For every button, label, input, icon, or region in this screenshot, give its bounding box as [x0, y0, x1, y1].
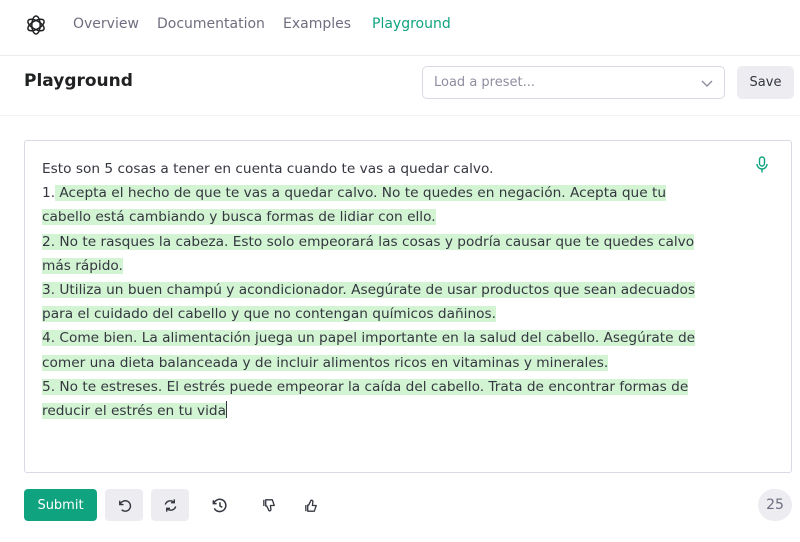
line-prefix: 1. [42, 185, 56, 202]
regenerate-icon [164, 498, 176, 512]
nav-link-examples[interactable]: Examples [283, 16, 351, 32]
completion-text: 2. No te rasques la cabeza. Esto solo em… [42, 233, 695, 250]
completion-line: más rápido. [42, 254, 762, 278]
regenerate-button[interactable] [151, 489, 189, 521]
thumbs-up-button[interactable] [292, 489, 330, 521]
page-title: Playground [24, 71, 133, 91]
preset-select[interactable]: Load a preset... [422, 66, 725, 99]
openai-logo-icon[interactable] [24, 13, 48, 37]
completion-text: 4. Come bien. La alimentación juega un p… [42, 330, 696, 347]
nav-link-documentation[interactable]: Documentation [157, 16, 265, 32]
completion-text: para el cuidado del cabello y que no con… [42, 306, 497, 323]
editor-content[interactable]: Esto son 5 cosas a tener en cuenta cuand… [42, 157, 762, 423]
completion-text: cabello está cambiando y busca formas de… [42, 209, 436, 226]
text-caret [225, 401, 227, 419]
save-button[interactable]: Save [737, 66, 794, 99]
completion-line: cabello está cambiando y busca formas de… [42, 205, 762, 229]
history-icon [212, 498, 227, 512]
thumbs-up-icon [304, 499, 317, 512]
page-header: Playground Load a preset... Save [0, 57, 800, 116]
completion-text: reducir el estrés en tu vida [42, 403, 226, 420]
prompt-line: Esto son 5 cosas a tener en cuenta cuand… [42, 161, 494, 177]
thumbs-down-button[interactable] [250, 489, 288, 521]
completion-text: más rápido. [42, 257, 123, 274]
completion-line: para el cuidado del cabello y que no con… [42, 302, 762, 326]
completion-line: 5. No te estreses. El estrés puede empeo… [42, 375, 762, 399]
undo-icon [118, 499, 131, 512]
submit-button[interactable]: Submit [24, 489, 97, 521]
completion-line: 4. Come bien. La alimentación juega un p… [42, 326, 762, 350]
nav-link-overview[interactable]: Overview [73, 16, 139, 32]
completion-line: 2. No te rasques la cabeza. Esto solo em… [42, 230, 762, 254]
completion-line: comer una dieta balanceada y de incluir … [42, 351, 762, 375]
prompt-editor[interactable]: Esto son 5 cosas a tener en cuenta cuand… [24, 140, 792, 473]
thumbs-down-icon [262, 498, 275, 511]
completion-line: reducir el estrés en tu vida [42, 399, 762, 423]
undo-button[interactable] [105, 489, 143, 521]
completion-text: Acepta el hecho de que te vas a quedar c… [55, 185, 667, 202]
completion-text: 5. No te estreses. El estrés puede empeo… [42, 378, 689, 395]
top-nav: Overview Documentation Examples Playgrou… [0, 0, 800, 56]
preset-placeholder: Load a preset... [434, 75, 535, 90]
completion-text: 3. Utiliza un buen champú y acondicionad… [42, 282, 696, 299]
completion-line: 1. Acepta el hecho de que te vas a queda… [42, 181, 762, 205]
history-button[interactable] [200, 489, 238, 521]
completion-text: comer una dieta balanceada y de incluir … [42, 354, 609, 371]
token-count-badge: 25 [758, 489, 792, 521]
chevron-down-icon [701, 80, 713, 87]
completion-line: 3. Utiliza un buen champú y acondicionad… [42, 278, 762, 302]
nav-link-playground[interactable]: Playground [372, 16, 451, 32]
